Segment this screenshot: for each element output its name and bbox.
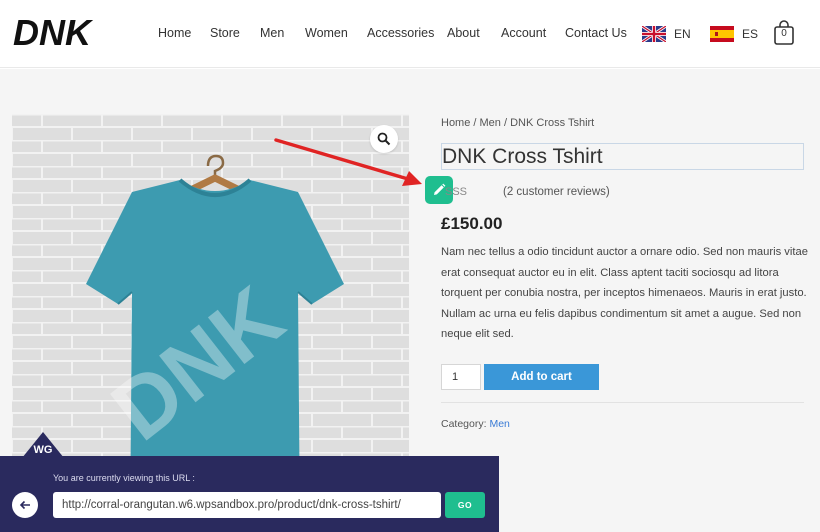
nav-women[interactable]: Women: [305, 26, 348, 40]
breadcrumb-men[interactable]: Men: [480, 117, 501, 129]
star-rating: SSS: [445, 186, 468, 198]
customer-reviews-link[interactable]: (2 customer reviews): [503, 186, 610, 198]
product-description: Nam nec tellus a odio tincidunt auctor a…: [441, 246, 808, 341]
product-title[interactable]: DNK Cross Tshirt: [441, 143, 804, 170]
wg-logo-text: WG: [34, 444, 53, 456]
category-link-men[interactable]: Men: [489, 418, 509, 430]
language-es[interactable]: ES: [710, 26, 758, 42]
quantity-input[interactable]: 1: [441, 364, 481, 390]
nav-account[interactable]: Account: [501, 26, 546, 40]
wg-logo-tab[interactable]: WG: [22, 430, 64, 458]
uk-flag-icon: [642, 26, 666, 42]
nav-store[interactable]: Store: [210, 26, 240, 40]
spain-flag-icon: [710, 26, 734, 42]
arrow-left-icon: [19, 500, 30, 510]
pencil-icon: [434, 183, 446, 195]
language-en-label: EN: [674, 27, 691, 41]
nav-contact-us[interactable]: Contact Us: [565, 26, 627, 40]
divider: [441, 402, 804, 403]
language-en[interactable]: EN: [642, 26, 691, 42]
breadcrumb-current: DNK Cross Tshirt: [510, 117, 595, 129]
cart-count: 0: [781, 28, 787, 39]
nav-about[interactable]: About: [447, 26, 480, 40]
nav-home[interactable]: Home: [158, 26, 191, 40]
product-price: £150.00: [441, 214, 503, 233]
red-arrow-annotation: [274, 138, 422, 186]
site-header: DNK Home Store Men Women Accessories Abo…: [0, 0, 820, 68]
product-category: Category: Men: [441, 418, 510, 430]
breadcrumb-separator: /: [470, 117, 480, 129]
nav-men[interactable]: Men: [260, 26, 284, 40]
go-button[interactable]: GO: [445, 492, 485, 518]
logo-text: DNK: [13, 14, 94, 52]
cart-button[interactable]: 0: [773, 20, 795, 46]
breadcrumb-separator: /: [500, 117, 511, 129]
language-es-label: ES: [742, 27, 759, 41]
category-label: Category:: [441, 418, 487, 430]
dnk-logo[interactable]: DNK: [12, 14, 100, 52]
breadcrumb: Home / Men / DNK Cross Tshirt: [441, 117, 594, 129]
url-banner-label: You are currently viewing this URL :: [53, 473, 195, 483]
add-to-cart-button[interactable]: Add to cart: [484, 364, 599, 390]
nav-accessories[interactable]: Accessories: [367, 26, 434, 40]
url-input[interactable]: http://corral-orangutan.w6.wpsandbox.pro…: [53, 492, 441, 518]
back-button[interactable]: [12, 492, 38, 518]
breadcrumb-home[interactable]: Home: [441, 117, 470, 129]
